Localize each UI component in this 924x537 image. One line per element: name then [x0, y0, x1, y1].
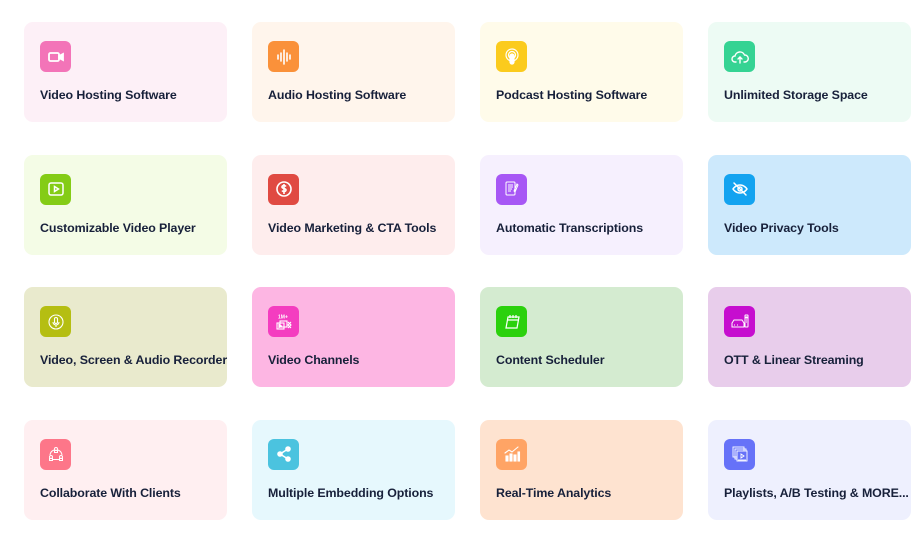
feature-card-label: Video Privacy Tools	[724, 220, 839, 235]
analytics-icon	[496, 438, 527, 470]
feature-card-label: Automatic Transcriptions	[496, 220, 644, 235]
feature-card[interactable]: Video, Screen & Audio Recorder	[24, 287, 227, 387]
podcast-icon	[496, 41, 527, 72]
feature-card[interactable]: Unlimited Storage Space	[708, 22, 911, 122]
feature-card[interactable]: OTT & Linear Streaming	[708, 287, 911, 387]
feature-card[interactable]: Podcast Hosting Software	[480, 22, 683, 122]
feature-card-label: Audio Hosting Software	[268, 88, 407, 102]
transcript-icon	[496, 173, 527, 205]
feature-card[interactable]: Audio Hosting Software	[252, 22, 455, 122]
feature-card-label: Collaborate With Clients	[40, 485, 181, 500]
feature-card-label: OTT & Linear Streaming	[724, 353, 864, 367]
feature-card[interactable]: Video Marketing & CTA Tools	[252, 154, 455, 255]
feature-card[interactable]: Video Hosting Software	[24, 22, 227, 122]
collaboration-icon	[40, 438, 71, 470]
eye-off-icon	[724, 173, 755, 205]
audio-waveform-icon	[268, 41, 299, 72]
microphone-icon	[40, 306, 71, 337]
feature-card[interactable]: Customizable Video Player	[24, 154, 227, 255]
feature-card-label: Video, Screen & Audio Recorder	[40, 353, 228, 367]
feature-card[interactable]: Real-Time Analytics	[480, 419, 683, 520]
feature-card[interactable]: Video Privacy Tools	[708, 154, 911, 255]
feature-card[interactable]: 1M+ Video Channels	[252, 287, 455, 387]
share-icon	[268, 438, 299, 470]
feature-card-label: Video Channels	[268, 353, 360, 367]
feature-card-label: Playlists, A/B Testing & MORE...	[724, 485, 909, 500]
feature-card[interactable]: Automatic Transcriptions	[480, 154, 683, 255]
feature-card[interactable]: Collaborate With Clients	[24, 419, 227, 520]
playlist-icon	[724, 438, 755, 470]
feature-card-label: Unlimited Storage Space	[724, 88, 868, 102]
feature-card[interactable]: Playlists, A/B Testing & MORE...	[708, 419, 911, 520]
calendar-icon	[496, 306, 527, 337]
feature-card-label: Customizable Video Player	[40, 220, 196, 235]
svg-text:1M+: 1M+	[278, 314, 288, 320]
feature-card-label: Video Marketing & CTA Tools	[268, 220, 437, 235]
feature-card-label: Real-Time Analytics	[496, 485, 612, 500]
dollar-icon	[268, 173, 299, 205]
features-grid: Video Hosting Software Audio Hosting Soft…	[24, 22, 911, 520]
channels-icon: 1M+	[268, 306, 299, 337]
feature-card[interactable]: Multiple Embedding Options	[252, 419, 455, 520]
video-player-icon	[40, 173, 71, 205]
set-top-box-icon	[724, 306, 755, 337]
feature-card-label: Multiple Embedding Options	[268, 485, 434, 500]
feature-card[interactable]: Content Scheduler	[480, 287, 683, 387]
feature-card-label: Podcast Hosting Software	[496, 88, 648, 102]
feature-card-label: Video Hosting Software	[40, 88, 177, 102]
cloud-upload-icon	[724, 41, 755, 72]
feature-card-label: Content Scheduler	[496, 353, 605, 367]
video-camera-icon	[40, 41, 71, 72]
